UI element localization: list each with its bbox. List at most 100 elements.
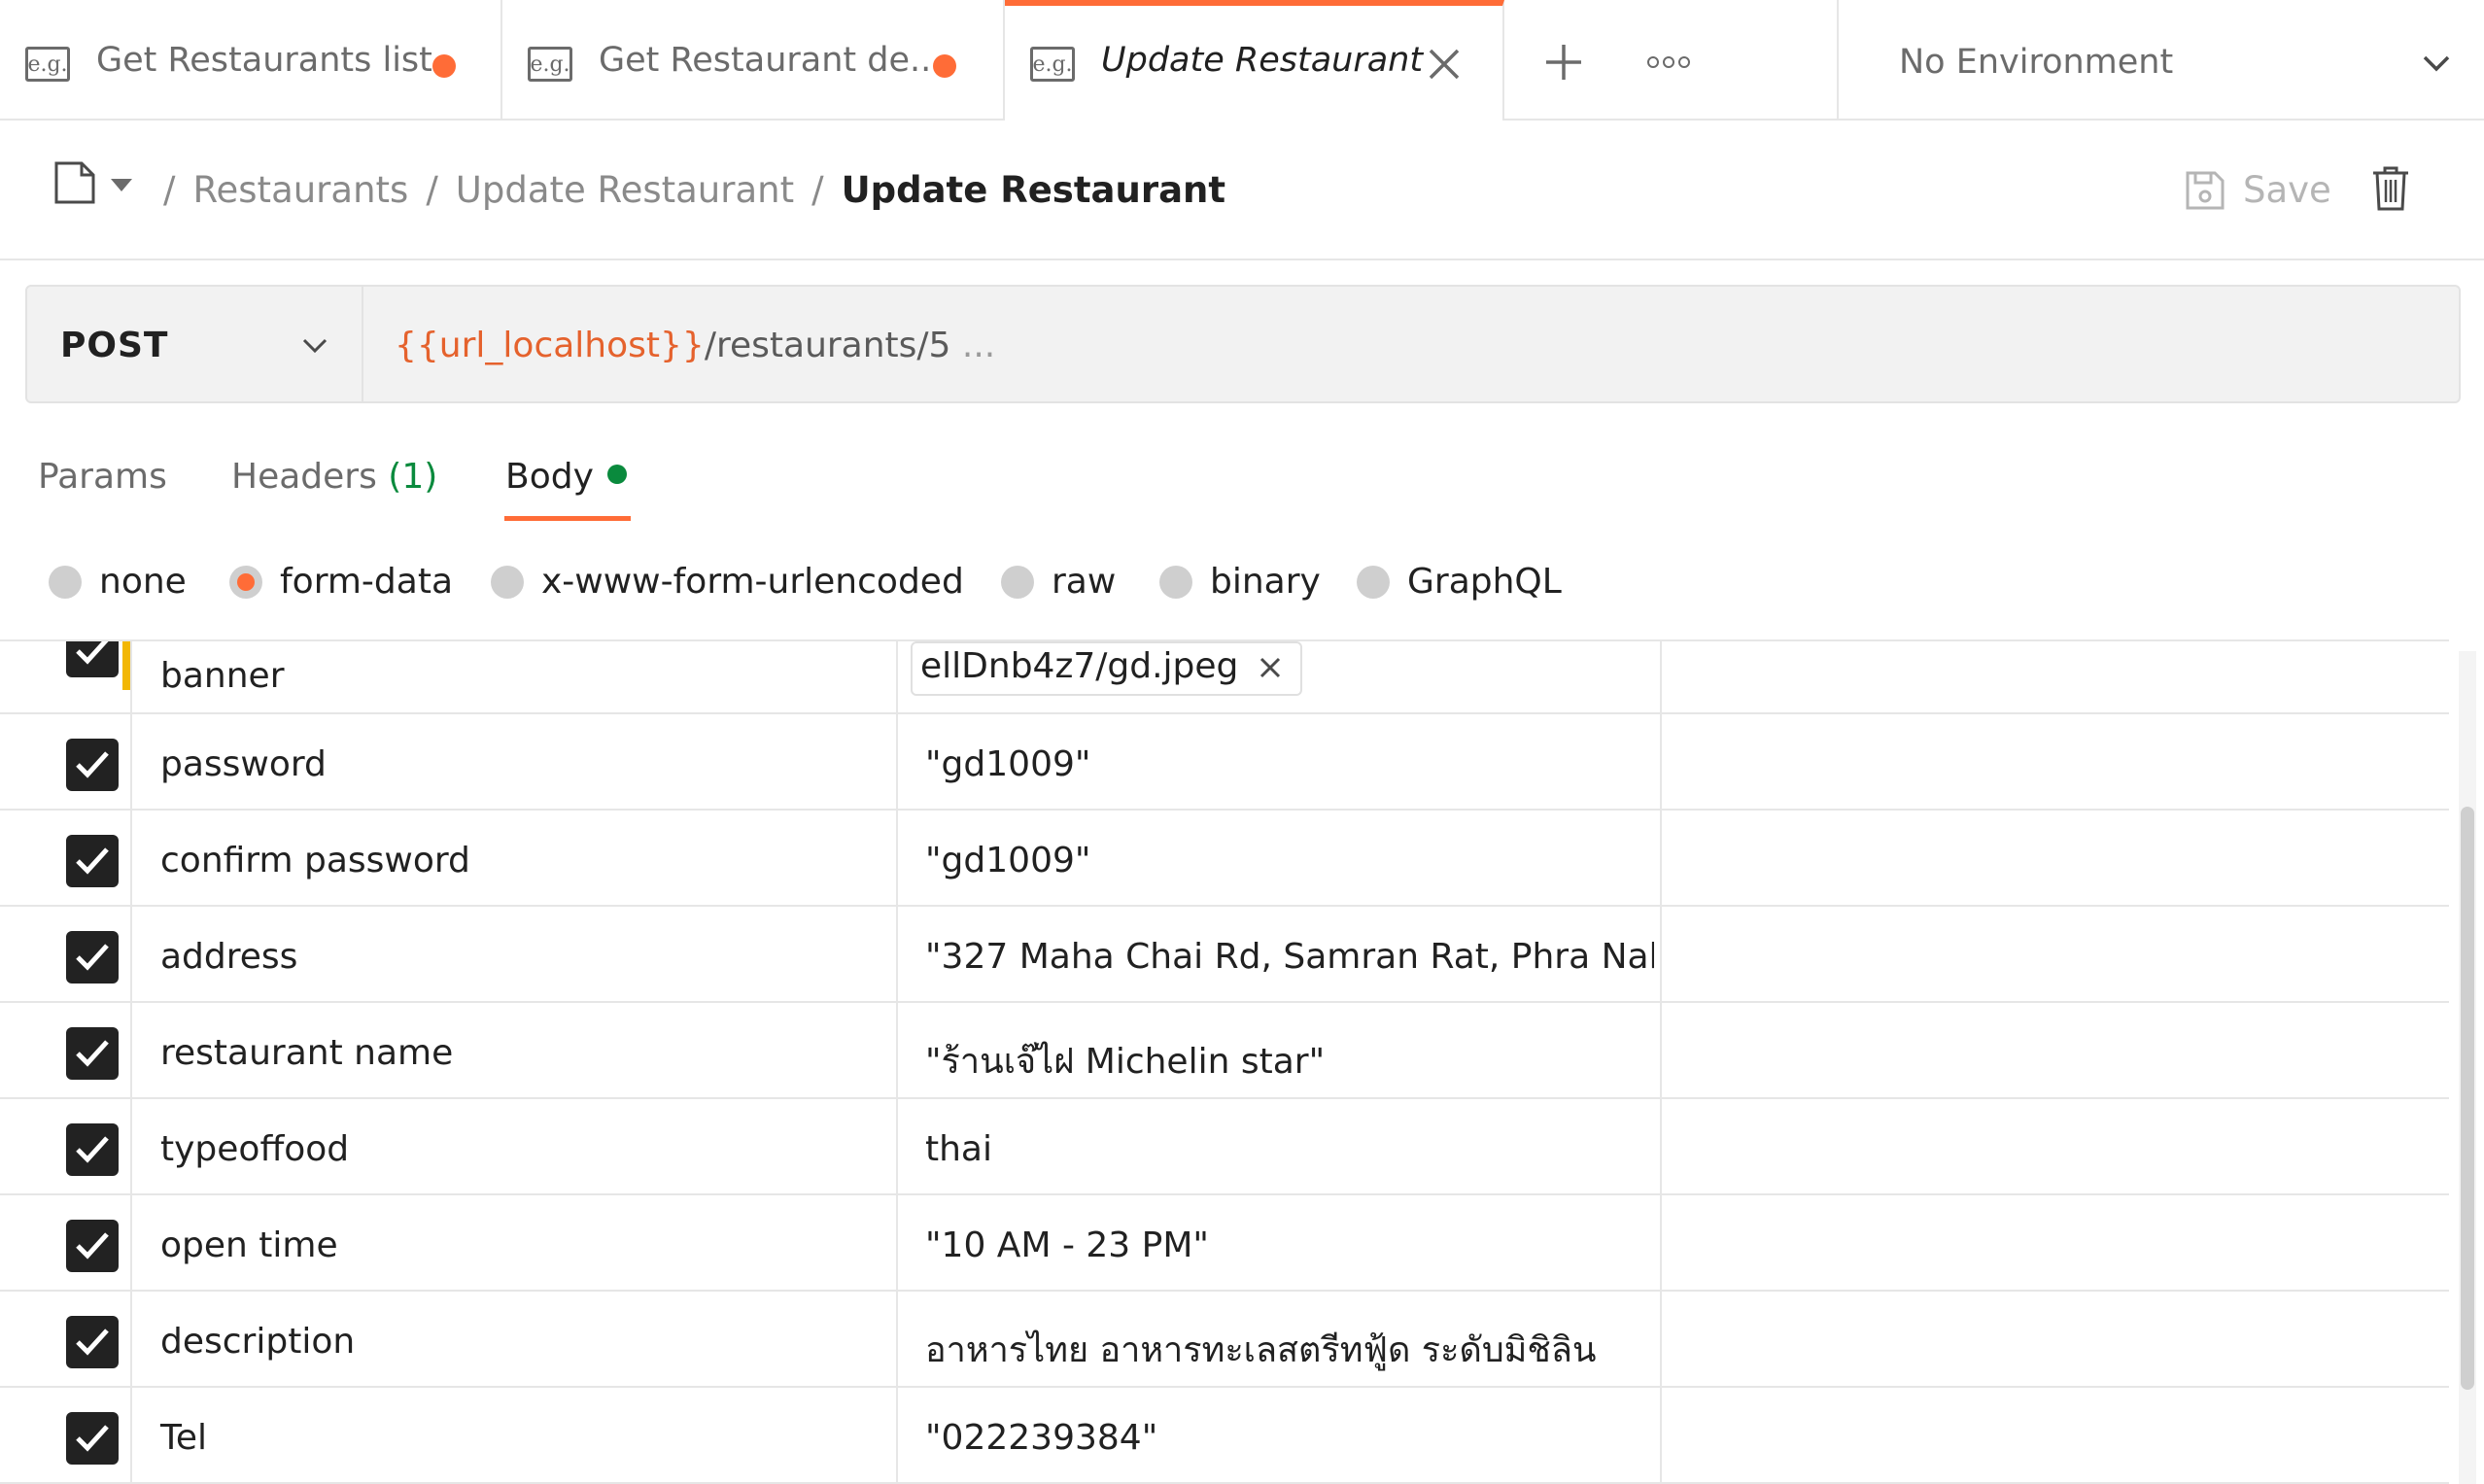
radio-label: binary: [1210, 562, 1321, 602]
body-type-raw[interactable]: raw: [1001, 562, 1116, 602]
body-type-none[interactable]: none: [49, 562, 187, 602]
tab-headers[interactable]: Headers (1): [231, 457, 437, 497]
column-divider: [896, 811, 898, 907]
column-divider: [896, 907, 898, 1003]
table-row: restaurant name "ร้านเจ๊ไฝ Michelin star…: [0, 1003, 2449, 1099]
tab-label: Get Restaurant de...: [599, 41, 943, 80]
column-divider: [130, 1292, 132, 1388]
row-key[interactable]: description: [160, 1322, 355, 1362]
column-divider: [1660, 907, 1662, 1003]
example-icon: e.g.: [25, 47, 70, 82]
column-divider: [1660, 1292, 1662, 1388]
row-value[interactable]: "327 Maha Chai Rd, Samran Rat, Phra Nak.…: [925, 937, 1654, 977]
column-divider: [130, 907, 132, 1003]
table-row: open time "10 AM - 23 PM": [0, 1195, 2449, 1292]
row-key[interactable]: address: [160, 937, 297, 977]
row-value[interactable]: อาหารไทย อาหารทะเลสตรีทฟู้ด ระดับมิชิลิน: [925, 1322, 1597, 1377]
check-icon: [76, 1136, 109, 1163]
row-value[interactable]: "ร้านเจ๊ไฝ Michelin star": [925, 1033, 1325, 1088]
column-divider: [896, 641, 898, 714]
headers-count-badge: (1): [388, 457, 438, 497]
row-checkbox[interactable]: [66, 931, 119, 984]
column-divider: [130, 714, 132, 811]
table-row: confirm password "gd1009": [0, 811, 2449, 907]
remove-file-icon[interactable]: [1256, 653, 1285, 682]
table-row: typeoffood thai: [0, 1099, 2449, 1195]
request-url-bar: POST {{url_localhost}}/restaurants/5 ...: [25, 285, 2461, 403]
tab-params-label: Params: [38, 457, 167, 497]
breadcrumb-item-update-restaurant[interactable]: Update Restaurant: [456, 169, 794, 211]
table-row: address "327 Maha Chai Rd, Samran Rat, P…: [0, 907, 2449, 1003]
tab-update-restaurant[interactable]: e.g. Update Restaurant: [1005, 0, 1504, 121]
tab-params[interactable]: Params: [38, 457, 167, 497]
url-input[interactable]: {{url_localhost}}/restaurants/5 ...: [395, 326, 995, 365]
page-title[interactable]: Update Restaurant: [842, 169, 1226, 211]
row-checkbox[interactable]: [66, 835, 119, 887]
tab-body[interactable]: Body: [505, 457, 627, 497]
column-divider: [1660, 1388, 1662, 1484]
file-chip[interactable]: ellDnb4z7/gd.jpeg: [911, 641, 1303, 696]
row-value[interactable]: "022239384": [925, 1418, 1157, 1458]
column-divider: [896, 1099, 898, 1195]
more-options-icon[interactable]: [1647, 56, 1690, 68]
trash-icon[interactable]: [2371, 165, 2410, 212]
row-checkbox[interactable]: [66, 641, 119, 677]
row-key[interactable]: open time: [160, 1225, 338, 1265]
active-tab-underline: [504, 516, 631, 521]
row-key[interactable]: password: [160, 744, 327, 784]
url-ellipsis: ...: [950, 326, 996, 365]
row-value[interactable]: "gd1009": [925, 744, 1090, 784]
row-value[interactable]: "gd1009": [925, 841, 1090, 880]
row-key[interactable]: restaurant name: [160, 1033, 453, 1073]
body-type-graphql[interactable]: GraphQL: [1357, 562, 1562, 602]
column-divider: [1660, 714, 1662, 811]
row-checkbox[interactable]: [66, 1316, 119, 1368]
column-divider: [130, 1388, 132, 1484]
close-icon[interactable]: [1425, 45, 1464, 84]
body-type-urlencoded[interactable]: x-www-form-urlencoded: [491, 562, 964, 602]
body-type-binary[interactable]: binary: [1159, 562, 1321, 602]
tab-get-restaurant-detail[interactable]: e.g. Get Restaurant de...: [502, 0, 1005, 121]
breadcrumb-separator: /: [426, 169, 438, 211]
tab-bar: e.g. Get Restaurants list e.g. Get Resta…: [0, 0, 2484, 121]
request-file-icon[interactable]: [54, 161, 95, 204]
row-checkbox[interactable]: [66, 1220, 119, 1272]
tab-get-restaurants-list[interactable]: e.g. Get Restaurants list: [0, 0, 502, 121]
column-divider: [896, 1388, 898, 1484]
chevron-down-icon: [302, 338, 328, 354]
caret-down-icon[interactable]: [111, 179, 132, 191]
row-checkbox[interactable]: [66, 1027, 119, 1080]
breadcrumb-item-restaurants[interactable]: Restaurants: [192, 169, 408, 211]
scrollbar-thumb[interactable]: [2461, 807, 2474, 1390]
row-value[interactable]: thai: [925, 1129, 992, 1169]
row-key[interactable]: Tel: [160, 1418, 207, 1458]
column-divider: [130, 641, 132, 714]
row-checkbox[interactable]: [66, 739, 119, 791]
radio-button: [491, 565, 524, 599]
row-value[interactable]: "10 AM - 23 PM": [925, 1225, 1209, 1265]
row-key[interactable]: banner: [160, 656, 285, 696]
column-divider: [130, 1003, 132, 1099]
url-path: /restaurants/5: [704, 326, 951, 365]
method-select[interactable]: POST: [27, 287, 363, 401]
body-type-form-data[interactable]: form-data: [229, 562, 453, 602]
radio-label: GraphQL: [1407, 562, 1562, 602]
row-checkbox[interactable]: [66, 1123, 119, 1176]
save-button[interactable]: Save: [2185, 169, 2331, 211]
row-key[interactable]: typeoffood: [160, 1129, 349, 1169]
radio-label: x-www-form-urlencoded: [541, 562, 964, 602]
environment-selector[interactable]: No Environment: [1837, 0, 2484, 121]
tab-body-label: Body: [505, 457, 594, 497]
check-icon: [76, 641, 109, 665]
method-label: POST: [60, 326, 169, 365]
radio-label: raw: [1052, 562, 1117, 602]
row-checkbox[interactable]: [66, 1412, 119, 1465]
tab-label: Get Restaurants list: [96, 41, 432, 80]
check-icon: [76, 1232, 109, 1260]
column-divider: [896, 1195, 898, 1292]
save-label: Save: [2243, 169, 2331, 211]
radio-button: [1001, 565, 1034, 599]
file-name: ellDnb4z7/gd.jpeg: [920, 646, 1239, 686]
new-tab-plus-icon[interactable]: [1540, 39, 1587, 86]
row-key[interactable]: confirm password: [160, 841, 470, 880]
